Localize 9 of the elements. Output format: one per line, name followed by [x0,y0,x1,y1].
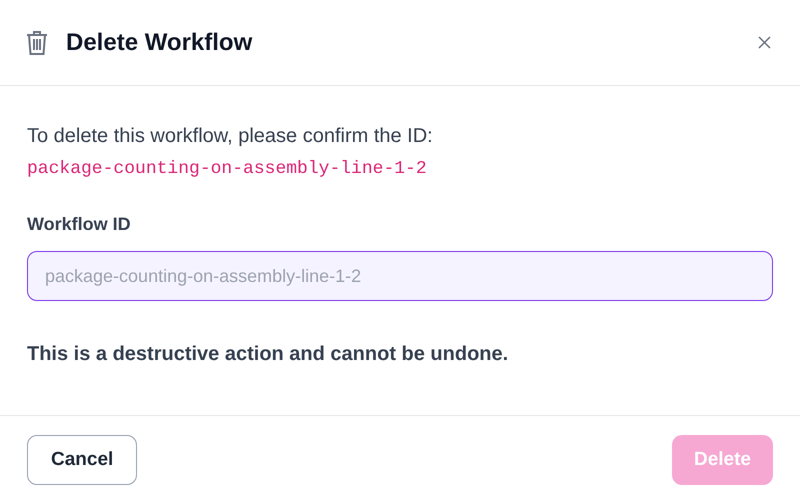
trash-icon [26,30,48,56]
warning-text: This is a destructive action and cannot be undone. [27,342,510,367]
instruction-text: To delete this workflow, please confirm the ID: [27,124,434,149]
close-icon [758,36,770,49]
workflow-id-field[interactable]: package-counting-on-assembly-line-1-2 [27,251,773,301]
cancel-button[interactable]: Cancel [27,435,138,485]
field-label: Workflow ID [27,213,132,236]
dialog-title: Delete Workflow [66,28,252,58]
workflow-id-text: package-counting-on-assembly-line-1-2 [27,158,428,181]
